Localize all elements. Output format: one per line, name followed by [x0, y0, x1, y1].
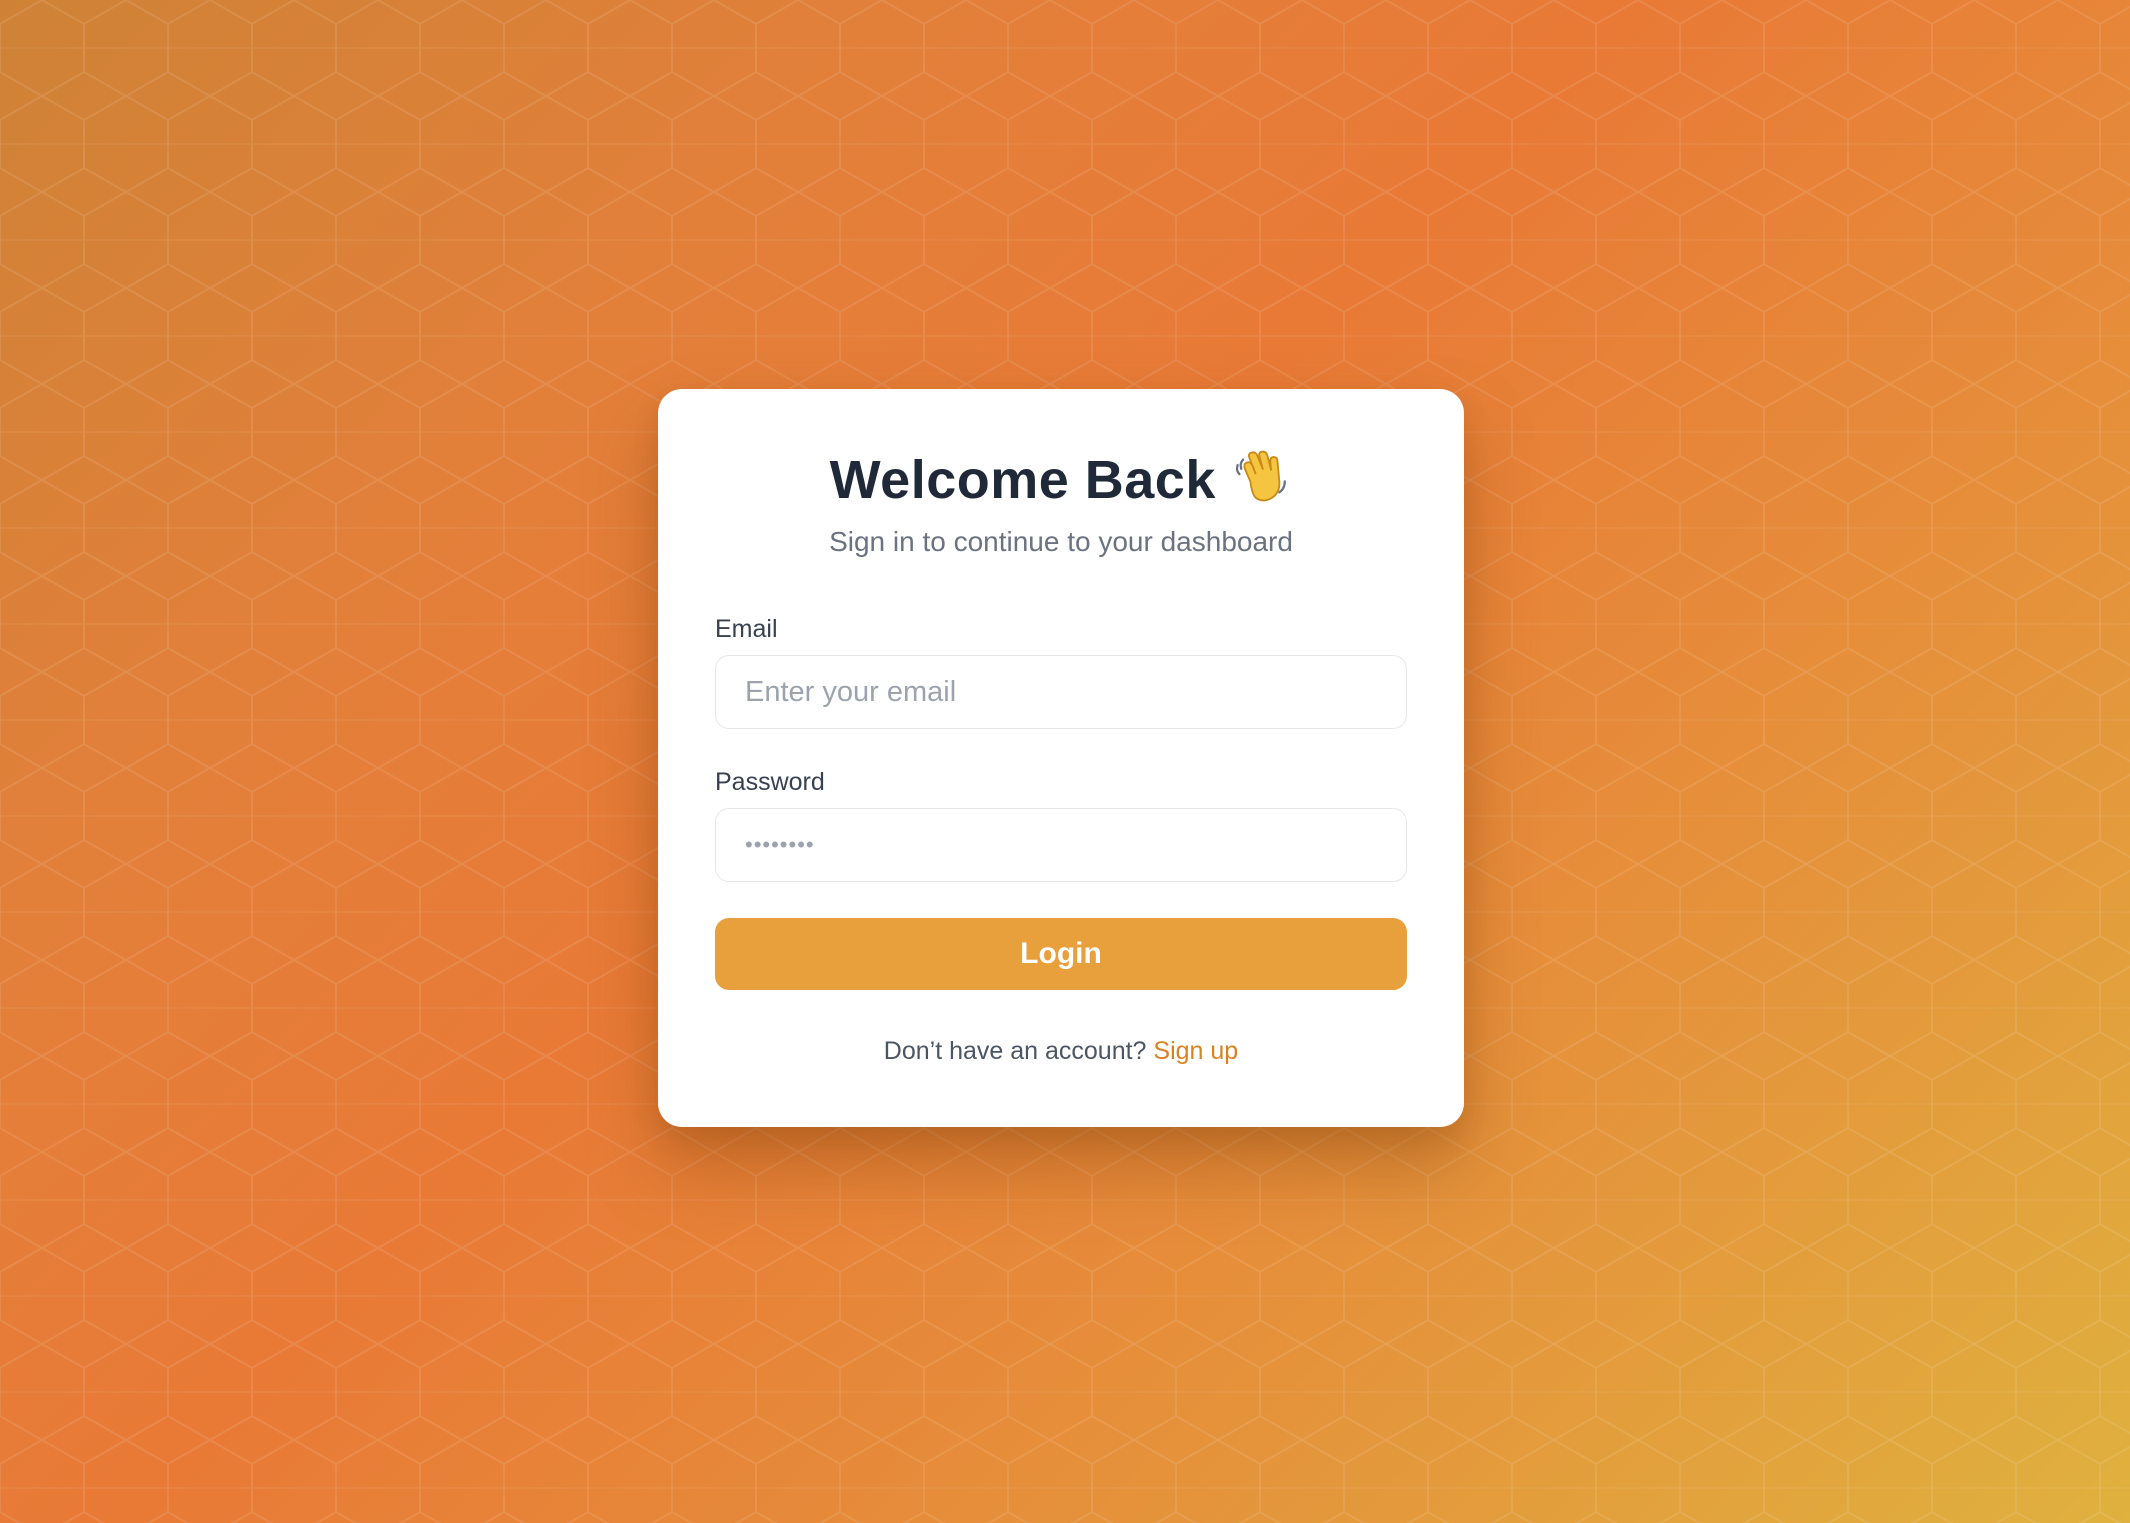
password-label: Password: [715, 768, 825, 796]
page-subtitle: Sign in to continue to your dashboard: [829, 526, 1293, 557]
email-label: Email: [715, 615, 778, 643]
page-title: Welcome Back: [829, 450, 1216, 510]
login-page: Welcome Back Sign in to continue to your…: [0, 0, 2130, 1523]
login-button[interactable]: Login: [715, 918, 1407, 990]
signup-prompt: Don’t have an account? Sign up: [658, 1037, 1464, 1066]
signup-prompt-text: Don’t have an account?: [883, 1037, 1147, 1065]
email-placeholder: Enter your email: [745, 676, 957, 708]
login-card: Welcome Back Sign in to continue to your…: [658, 389, 1464, 1127]
waving-hand-icon: [1236, 450, 1287, 502]
title-row: Welcome Back: [658, 445, 1464, 515]
password-field[interactable]: ••••••••: [715, 808, 1407, 882]
password-placeholder: ••••••••: [745, 832, 815, 857]
email-field[interactable]: Enter your email: [715, 655, 1407, 729]
signup-link[interactable]: Sign up: [1153, 1037, 1238, 1065]
